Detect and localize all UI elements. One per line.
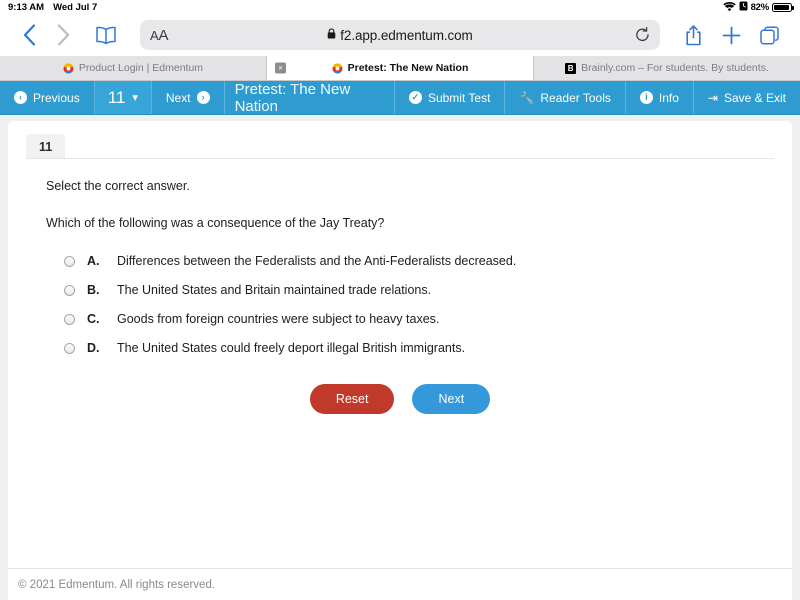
question-number-tab[interactable]: 11 <box>26 134 66 159</box>
save-exit-button[interactable]: ⇥ Save & Exit <box>694 81 800 114</box>
battery-percent: 82% <box>750 1 770 13</box>
forward-button[interactable] <box>46 18 80 52</box>
battery-icon <box>772 2 794 12</box>
next-button[interactable]: Next › <box>152 81 225 114</box>
chevron-left-icon <box>23 24 35 46</box>
chevron-down-icon: ▾ <box>132 92 138 104</box>
answer-choice[interactable]: C. Goods from foreign countries were sub… <box>64 312 754 326</box>
info-circle-icon: i <box>639 91 653 104</box>
info-button[interactable]: i Info <box>626 81 694 114</box>
url-text: f2.app.edmentum.com <box>340 27 473 43</box>
answer-choice[interactable]: B. The United States and Britain maintai… <box>64 283 754 297</box>
status-date: Wed Jul 7 <box>53 1 98 13</box>
browser-tab-2[interactable]: B Brainly.com – For students. By student… <box>534 56 800 80</box>
radio-button[interactable] <box>64 256 75 267</box>
action-buttons: Reset Next <box>46 384 754 414</box>
arrow-left-circle-icon: ‹ <box>14 91 27 104</box>
next-question-button[interactable]: Next <box>412 384 491 414</box>
question-tab-row: 11 <box>8 121 792 159</box>
choice-letter: C. <box>87 312 100 326</box>
sign-out-icon: ⇥ <box>707 90 718 105</box>
question-card: 11 Select the correct answer. Which of t… <box>8 121 792 600</box>
address-bar[interactable]: AA f2.app.edmentum.com <box>140 20 660 50</box>
reload-button[interactable] <box>635 27 650 43</box>
edmentum-favicon <box>63 63 74 74</box>
brainly-favicon: B <box>565 62 577 74</box>
answer-choice[interactable]: A. Differences between the Federalists a… <box>64 254 754 268</box>
assessment-title: Pretest: The New Nation <box>225 81 395 115</box>
choice-text: The United States and Britain maintained… <box>117 283 432 297</box>
page-background: 11 Select the correct answer. Which of t… <box>0 115 800 600</box>
share-button[interactable] <box>674 18 712 52</box>
browser-tab-label: Brainly.com – For students. By students. <box>581 62 769 74</box>
footer: © 2021 Edmentum. All rights reserved. <box>8 568 792 600</box>
question-text: Which of the following was a consequence… <box>46 216 385 230</box>
radio-button[interactable] <box>64 285 75 296</box>
info-label: Info <box>658 90 679 105</box>
radio-button[interactable] <box>64 314 75 325</box>
page-number: 11 <box>107 87 126 107</box>
choice-letter: A. <box>87 254 100 268</box>
choice-text: The United States could freely deport il… <box>117 341 466 355</box>
save-exit-label: Save & Exit <box>723 90 786 105</box>
browser-tab-0[interactable]: Product Login | Edmentum <box>0 56 267 80</box>
text-size-button[interactable]: AA <box>150 27 168 44</box>
submit-test-button[interactable]: ✓ Submit Test <box>395 81 506 114</box>
assessment-toolbar: ‹ Previous 11 ▾ Next › Pretest: The New … <box>0 81 800 115</box>
lock-icon <box>327 28 336 42</box>
edmentum-favicon <box>332 63 343 74</box>
safari-toolbar: AA f2.app.edmentum.com <box>0 14 800 56</box>
choice-text: Goods from foreign countries were subjec… <box>117 312 440 326</box>
tab-overview-button[interactable] <box>750 18 788 52</box>
choice-letter: B. <box>87 283 100 297</box>
status-time: 9:13 AM <box>8 1 45 13</box>
divider <box>26 158 774 159</box>
url-display: f2.app.edmentum.com <box>140 28 660 43</box>
share-icon <box>685 24 701 45</box>
answer-choice[interactable]: D. The United States could freely deport… <box>64 341 754 355</box>
page-number-select[interactable]: 11 ▾ <box>94 81 152 114</box>
answer-choices: A. Differences between the Federalists a… <box>46 254 754 355</box>
arrow-right-circle-icon: › <box>196 91 210 104</box>
wrench-icon: 🔧 <box>519 90 535 105</box>
browser-tab-1[interactable]: × Pretest: The New Nation <box>267 56 534 80</box>
reload-icon <box>636 27 649 42</box>
reset-button[interactable]: Reset <box>309 384 395 414</box>
submit-test-label: Submit Test <box>427 90 491 105</box>
choice-text: Differences between the Federalists and … <box>117 254 517 268</box>
question-body: Select the correct answer. Which of the … <box>8 159 792 414</box>
back-button[interactable] <box>12 18 46 52</box>
reader-tools-label: Reader Tools <box>540 90 611 105</box>
close-icon[interactable]: × <box>275 62 286 74</box>
browser-tab-label: Product Login | Edmentum <box>78 62 204 74</box>
new-tab-button[interactable] <box>712 18 750 52</box>
tabs-icon <box>759 25 779 44</box>
browser-tab-label: Pretest: The New Nation <box>347 62 469 74</box>
wifi-icon <box>722 2 736 12</box>
reader-tools-button[interactable]: 🔧 Reader Tools <box>505 81 626 114</box>
choice-letter: D. <box>87 341 100 355</box>
bookmarks-button[interactable] <box>86 18 126 52</box>
copyright-text: © 2021 Edmentum. All rights reserved. <box>18 578 216 591</box>
check-circle-icon: ✓ <box>408 91 422 104</box>
radio-button[interactable] <box>64 343 75 354</box>
next-label: Next <box>165 90 191 105</box>
browser-tab-strip: Product Login | Edmentum × Pretest: The … <box>0 56 800 81</box>
question-instruction: Select the correct answer. <box>46 179 190 193</box>
ios-status-bar: 9:13 AM Wed Jul 7 82% <box>0 0 800 14</box>
plus-icon <box>722 26 740 44</box>
alarm-icon <box>739 1 748 13</box>
book-icon <box>96 26 116 44</box>
previous-button[interactable]: ‹ Previous <box>0 81 95 114</box>
chevron-right-icon <box>57 24 69 46</box>
previous-label: Previous <box>33 90 80 105</box>
